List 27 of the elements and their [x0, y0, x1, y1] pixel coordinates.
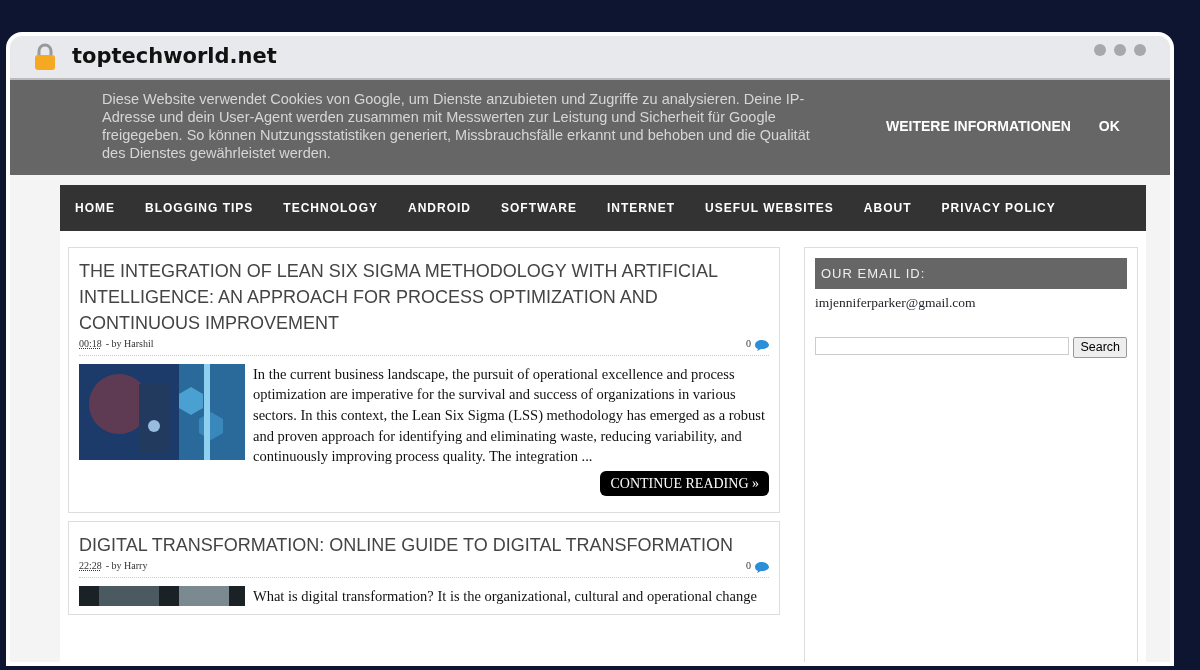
nav-link[interactable]: ABOUT — [848, 184, 927, 231]
nav-link[interactable]: TECHNOLOGY — [268, 184, 393, 231]
comment-count[interactable]: 0 — [746, 557, 751, 573]
email-text: imjenniferparker@gmail.com — [815, 294, 977, 312]
post-excerpt: What is digital transformation? It is the organizational, cultural and operational change — [253, 586, 757, 606]
nav-link[interactable]: PRIVACY POLICY — [926, 184, 1071, 231]
search-button[interactable]: Search — [1073, 337, 1127, 358]
nav-link[interactable]: SOFTWARE — [486, 184, 592, 231]
ok-button[interactable]: OK — [1092, 115, 1126, 137]
post-time[interactable]: 00:18 — [79, 335, 102, 351]
author-text: - by Harry — [105, 558, 148, 573]
nav-link[interactable]: USEFUL WEBSITES — [690, 184, 849, 231]
post-excerpt: In the current business landscape, the pursuit of operational excellence and process optimization are imperative for the survival and success of organizations in various sectors. In this context, the Lean Six Sigma (LSS) methodology has emerged as a robust and proven approach for identifying and eliminating waste, reducing variability, and continuously improving process quality. The integration ... — [253, 364, 766, 467]
cookie-message: Diese Website verwendet Cookies von Google, um Dienste anzubieten und Zugriffe zu analysieren. Deine IP-Adresse und dein User-Agent werden zusammen mit Messwerten zur Leistung und Sicherheit für Google freigegeben. So können Nutzungsstatistiken generiert, Missbrauchsfälle erkannt und behoben und die Qualität des Dienstes gewährleistet werden. — [102, 90, 811, 163]
author-text: - by Harshil — [105, 336, 154, 351]
post-title[interactable]: THE INTEGRATION OF LEAN SIX SIGMA METHODOLOGY WITH ARTIFICIAL INTELLIGENCE: AN APPROACH FOR PROCESS OPTIMIZATION AND CONTINUOUS IMPROVEMENT — [79, 257, 769, 336]
nav-link[interactable]: BLOGGING TIPS — [130, 184, 269, 231]
nav-link[interactable]: INTERNET — [592, 184, 690, 231]
nav-link[interactable]: HOME — [60, 184, 130, 231]
more-info-button[interactable]: WEITERE INFORMATIONEN — [880, 115, 1077, 137]
nav-link[interactable]: ANDROID — [393, 184, 486, 231]
comment-count[interactable]: 0 — [746, 335, 751, 351]
post-title[interactable]: DIGITAL TRANSFORMATION: ONLINE GUIDE TO DIGITAL TRANSFORMATION — [79, 531, 769, 558]
post-time[interactable]: 22:28 — [79, 557, 102, 573]
address-text: toptechworld.net — [72, 43, 277, 71]
widget-title: OUR EMAIL ID: — [815, 257, 1127, 289]
continue-reading-button[interactable]: CONTINUE READING » — [600, 470, 769, 496]
